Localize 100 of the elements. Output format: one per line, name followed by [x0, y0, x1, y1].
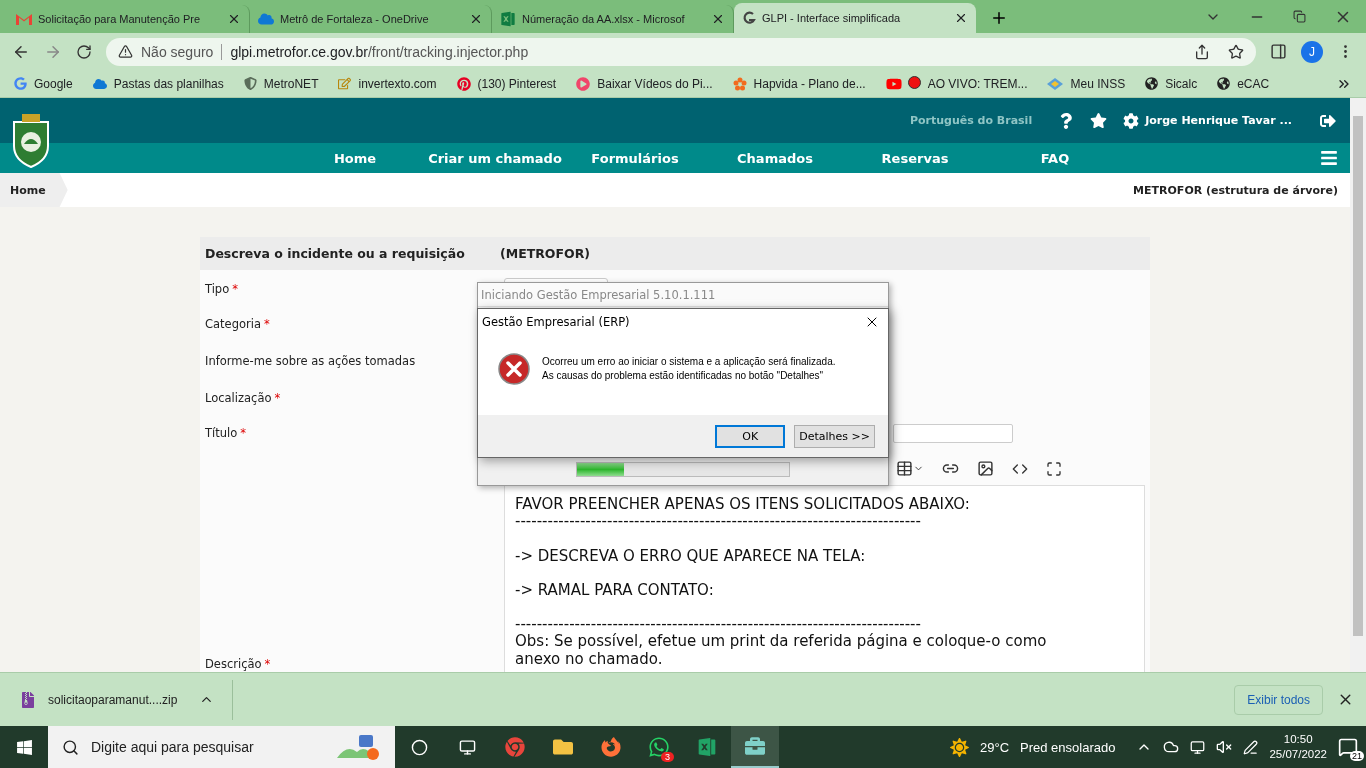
network-icon[interactable] — [1190, 739, 1206, 755]
nav-link[interactable]: Chamados — [705, 150, 845, 166]
firefox-icon[interactable] — [601, 737, 621, 757]
bookmark-link[interactable]: eCAC — [1237, 76, 1270, 91]
menu-icon[interactable] — [1320, 149, 1338, 167]
nav-link[interactable]: FAQ — [985, 150, 1125, 166]
window-title: Iniciando Gestão Empresarial 5.10.1.111 — [478, 283, 888, 307]
settings-icon[interactable] — [1123, 112, 1140, 129]
editor-text: FAVOR PREENCHER APENAS OS ITENS SOLICITADOS ABAIXO: — [515, 496, 971, 514]
security-label: Não seguro — [141, 43, 214, 60]
side-panel-icon[interactable] — [1270, 43, 1287, 60]
required-mark: * — [263, 317, 270, 331]
table-icon[interactable] — [896, 460, 913, 477]
nav-link[interactable]: Home — [285, 150, 425, 166]
star-icon[interactable] — [1090, 112, 1108, 129]
close-icon[interactable] — [227, 12, 241, 26]
required-mark: * — [274, 391, 281, 405]
close-icon[interactable] — [954, 11, 968, 25]
title-input[interactable] — [893, 423, 1013, 443]
required-mark: * — [232, 282, 238, 296]
nav-link[interactable]: Criar um chamado — [425, 150, 565, 166]
show-all-button[interactable]: Exibir todos — [1234, 684, 1323, 715]
help-icon[interactable] — [1058, 112, 1075, 129]
breadcrumb-link[interactable]: Home — [0, 173, 68, 207]
error-message: Ocorreu um erro ao iniciar o sistema e a aplicação será finalizada. — [542, 355, 836, 369]
bookmark-link[interactable]: Meu INSS — [1070, 76, 1126, 91]
mute-icon[interactable] — [1216, 739, 1233, 755]
reload-icon[interactable] — [76, 43, 92, 60]
chrome-icon[interactable] — [505, 737, 525, 757]
editor-text: -> DESCREVA O ERRO QUE APARECE NA TELA: — [515, 547, 867, 565]
bookmark-link[interactable]: Google — [34, 76, 73, 91]
bookmark-link[interactable]: AO VIVO: TREM... — [927, 76, 1028, 91]
temperature: 29°C — [980, 739, 1010, 755]
taskbar-app[interactable] — [731, 726, 779, 768]
windows-icon[interactable] — [15, 738, 33, 756]
field-label: Informe-me sobre as ações tomadas — [205, 354, 416, 368]
globe-icon — [1145, 77, 1159, 90]
profile-avatar[interactable]: J — [1301, 40, 1323, 63]
new-tab-icon[interactable] — [990, 9, 1008, 27]
nav-link[interactable]: Reservas — [845, 150, 985, 166]
address-bar[interactable]: Não seguro glpi.metrofor.ce.gov.br/front/tracking.injector.php — [106, 37, 1256, 66]
cloud-icon — [92, 76, 107, 91]
close-icon[interactable] — [711, 12, 725, 26]
form-title: Descreva o incidente ou a requisição — [205, 246, 466, 261]
field-label: Tipo — [205, 282, 230, 296]
url-text: glpi.metrofor.ce.gov.br/front/tracking.injector.php — [230, 43, 529, 60]
task-view-icon[interactable] — [458, 738, 476, 756]
bookmark-star-icon[interactable] — [1228, 43, 1244, 60]
bookmark-link[interactable]: invertexto.com — [358, 76, 437, 91]
folder-icon[interactable] — [553, 737, 573, 757]
cortana-icon[interactable] — [410, 738, 428, 756]
download-file[interactable]: solicitaoparamanut....zip — [48, 692, 178, 707]
bookmark-link[interactable]: MetroNET — [263, 76, 319, 91]
share-icon[interactable] — [1194, 43, 1210, 60]
spreadsheet-icon[interactable] — [697, 737, 717, 757]
user-name[interactable]: Jorge Henrique Tavar ... — [1145, 114, 1292, 127]
field-label: Descrição — [205, 656, 262, 671]
logout-icon[interactable] — [1320, 112, 1336, 129]
close-icon[interactable] — [469, 12, 483, 26]
briefcase-icon[interactable] — [745, 736, 765, 756]
restore-icon[interactable] — [1293, 10, 1306, 23]
search-placeholder: Digite aqui para pesquisar — [91, 739, 254, 755]
diamond-icon — [1047, 77, 1064, 90]
emblem-icon — [243, 77, 257, 90]
image-icon[interactable] — [977, 460, 994, 477]
notification-count: 21 — [1350, 751, 1364, 761]
pen-icon[interactable] — [1243, 739, 1259, 755]
browser-tab[interactable]: GLPI - Interface simplificada — [734, 3, 976, 33]
dialog-button[interactable]: Detalhes >> — [794, 424, 875, 448]
bookmark-link[interactable]: (130) Pinterest — [477, 76, 557, 91]
dialog-button[interactable]: OK — [715, 424, 786, 448]
error-message: As causas do problema estão identificadas no botão "Detalhes" — [542, 369, 825, 383]
archive-icon[interactable] — [20, 691, 36, 708]
pinterest-icon — [456, 76, 471, 91]
taskbar-search[interactable]: Digite aqui para pesquisar — [48, 726, 395, 768]
play-icon — [576, 76, 591, 91]
flower-icon — [732, 76, 747, 91]
bookmark-link[interactable]: Baixar Vídeos do Pi... — [597, 76, 713, 91]
dialog-title: Gestão Empresarial (ERP) — [482, 315, 630, 329]
language-link[interactable]: Português do Brasil — [909, 114, 1033, 127]
bookmark-link[interactable]: Sicalc — [1165, 76, 1198, 91]
cloud-icon — [258, 11, 274, 27]
nav-link[interactable]: Formulários — [565, 150, 705, 166]
bookmark-link[interactable]: Hapvida - Plano de... — [753, 76, 866, 91]
entity-label: METROFOR (estrutura de árvore) — [1133, 183, 1338, 197]
swirl-icon — [742, 11, 756, 25]
editor-text: Obs: Se possível, efetue um print da referida página e coloque-o como anexo no chamado. — [515, 633, 1048, 669]
warning-icon — [118, 44, 133, 59]
cloud-icon[interactable] — [1163, 739, 1180, 755]
weather-icon — [950, 737, 969, 757]
editor-text: -> RAMAL PARA CONTATO: — [515, 581, 715, 600]
bookmark-link[interactable]: Pastas das planilhas — [113, 76, 224, 91]
required-mark: * — [264, 656, 271, 671]
search-icon — [62, 738, 79, 756]
field-label: Localização — [205, 391, 272, 405]
spreadsheet-icon — [500, 11, 516, 27]
taskbar-app[interactable]: 3 — [635, 726, 683, 768]
globe-icon — [1217, 77, 1231, 90]
required-mark: * — [240, 426, 246, 440]
fullscreen-icon[interactable] — [1046, 460, 1062, 477]
